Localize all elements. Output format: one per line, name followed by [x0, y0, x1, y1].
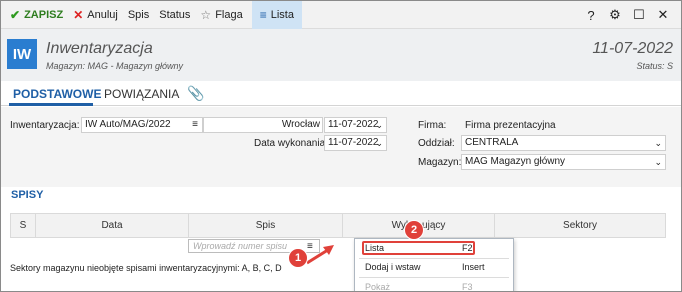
menu-lines-icon: ≡ [259, 7, 267, 22]
tab-bar: PODSTAWOWE POWIĄZANIA 📎 [1, 81, 681, 106]
column-header-data[interactable]: Data [36, 214, 189, 237]
oddzial-value: CENTRALA [465, 137, 519, 148]
page-subtitle: Magazyn: MAG - Magazyn główny [46, 61, 184, 71]
status-button[interactable]: Status [154, 1, 195, 29]
flag-button[interactable]: ☆ Flaga [195, 1, 247, 29]
form-area: Inwentaryzacja: IW Auto/MAG/2022 ≡ Wrocł… [1, 107, 681, 187]
section-title: SPISY [11, 189, 44, 201]
place-date-picker[interactable]: 11-07-2022 ⌄ [324, 117, 387, 133]
check-icon: ✔ [10, 7, 21, 22]
inwentaryzacja-field[interactable]: IW Auto/MAG/2022 ≡ [81, 117, 203, 133]
column-header-sektory[interactable]: Sektory [495, 214, 665, 237]
firma-label: Firma: [418, 120, 447, 131]
save-button[interactable]: ✔ ZAPISZ [5, 1, 68, 29]
callout-badge-2: 2 [404, 220, 424, 240]
menu-item-pokaz[interactable]: Pokaż F3 [355, 278, 513, 292]
column-header-spis[interactable]: Spis [189, 214, 343, 237]
page-title: Inwentaryzacja [46, 40, 153, 57]
place-value: Wrocław [281, 119, 320, 130]
document-type-logo: IW [7, 39, 37, 69]
question-icon[interactable]: ? [579, 8, 603, 23]
chevron-down-icon: ⌄ [654, 157, 662, 167]
chevron-down-icon: ⌄ [654, 138, 662, 148]
highlight-box [362, 241, 475, 255]
cancel-label: Anuluj [87, 8, 118, 21]
chevron-down-icon: ⌄ [375, 138, 383, 148]
tab-powiazania[interactable]: POWIĄZANIA [104, 87, 179, 101]
exec-date-value: 11-07-2022 [328, 137, 379, 148]
lista-button[interactable]: ≡ Lista [251, 1, 302, 29]
menu-item-shortcut: F3 [462, 282, 473, 292]
flag-label: Flaga [215, 8, 243, 21]
uncovered-sectors-note: Sektory magazynu nieobjęte spisami inwen… [10, 263, 282, 273]
spis-label: Spis [127, 8, 150, 21]
firma-value: Firma prezentacyjna [465, 120, 556, 131]
exec-date-picker[interactable]: 11-07-2022 ⌄ [324, 135, 387, 151]
magazyn-value: MAG Magazyn główny [465, 156, 566, 167]
document-header: IW Inwentaryzacja Magazyn: MAG - Magazyn… [1, 29, 681, 81]
tab-podstawowe[interactable]: PODSTAWOWE [13, 87, 101, 101]
callout-badge-1: 1 [288, 248, 308, 268]
save-label: ZAPISZ [24, 8, 64, 21]
x-icon: ✕ [73, 7, 84, 22]
grid-header: S Data Spis Wykonujący Sektory [10, 213, 666, 238]
active-tab-indicator [9, 103, 93, 106]
inwentaryzacja-value: IW Auto/MAG/2022 [85, 119, 171, 130]
exec-date-label: Data wykonania: [254, 138, 328, 149]
close-icon[interactable]: ✕ [651, 7, 675, 23]
list-icon[interactable]: ≡ [192, 118, 198, 132]
magazyn-select[interactable]: MAG Magazyn główny ⌄ [461, 154, 666, 170]
menu-item-shortcut: Insert [462, 262, 485, 272]
menu-item-label: Dodaj i wstaw [365, 262, 421, 272]
gear-icon[interactable]: ⚙ [603, 7, 627, 23]
oddzial-label: Oddział: [418, 138, 455, 149]
lista-label: Lista [270, 8, 294, 21]
place-field[interactable]: Wrocław [203, 117, 323, 133]
chevron-down-icon: ⌄ [375, 120, 383, 130]
spis-button[interactable]: Spis [123, 1, 154, 29]
menu-item-dodaj-i-wstaw[interactable]: Dodaj i wstaw Insert [355, 258, 513, 276]
document-date: 11-07-2022 [592, 40, 673, 57]
oddzial-select[interactable]: CENTRALA ⌄ [461, 135, 666, 151]
star-icon: ☆ [200, 7, 212, 22]
magazyn-label: Magazyn: [418, 157, 462, 168]
inwentaryzacja-label: Inwentaryzacja: [10, 120, 80, 131]
column-header-s[interactable]: S [11, 214, 36, 237]
status-text: Status: S [636, 61, 673, 71]
menu-item-label: Pokaż [365, 282, 391, 292]
place-date-value: 11-07-2022 [328, 119, 379, 130]
context-menu: Lista F2 Dodaj i wstaw Insert Pokaż F3 [354, 238, 514, 292]
status-label: Status [159, 8, 191, 21]
toolbar: ✔ ZAPISZ ✕ Anuluj Spis Status ☆ Flaga ≡ … [1, 1, 681, 29]
maximize-icon[interactable]: ☐ [627, 7, 651, 23]
paperclip-icon[interactable]: 📎 [187, 85, 204, 102]
cancel-button[interactable]: ✕ Anuluj [68, 1, 123, 29]
window: ✔ ZAPISZ ✕ Anuluj Spis Status ☆ Flaga ≡ … [0, 0, 682, 292]
